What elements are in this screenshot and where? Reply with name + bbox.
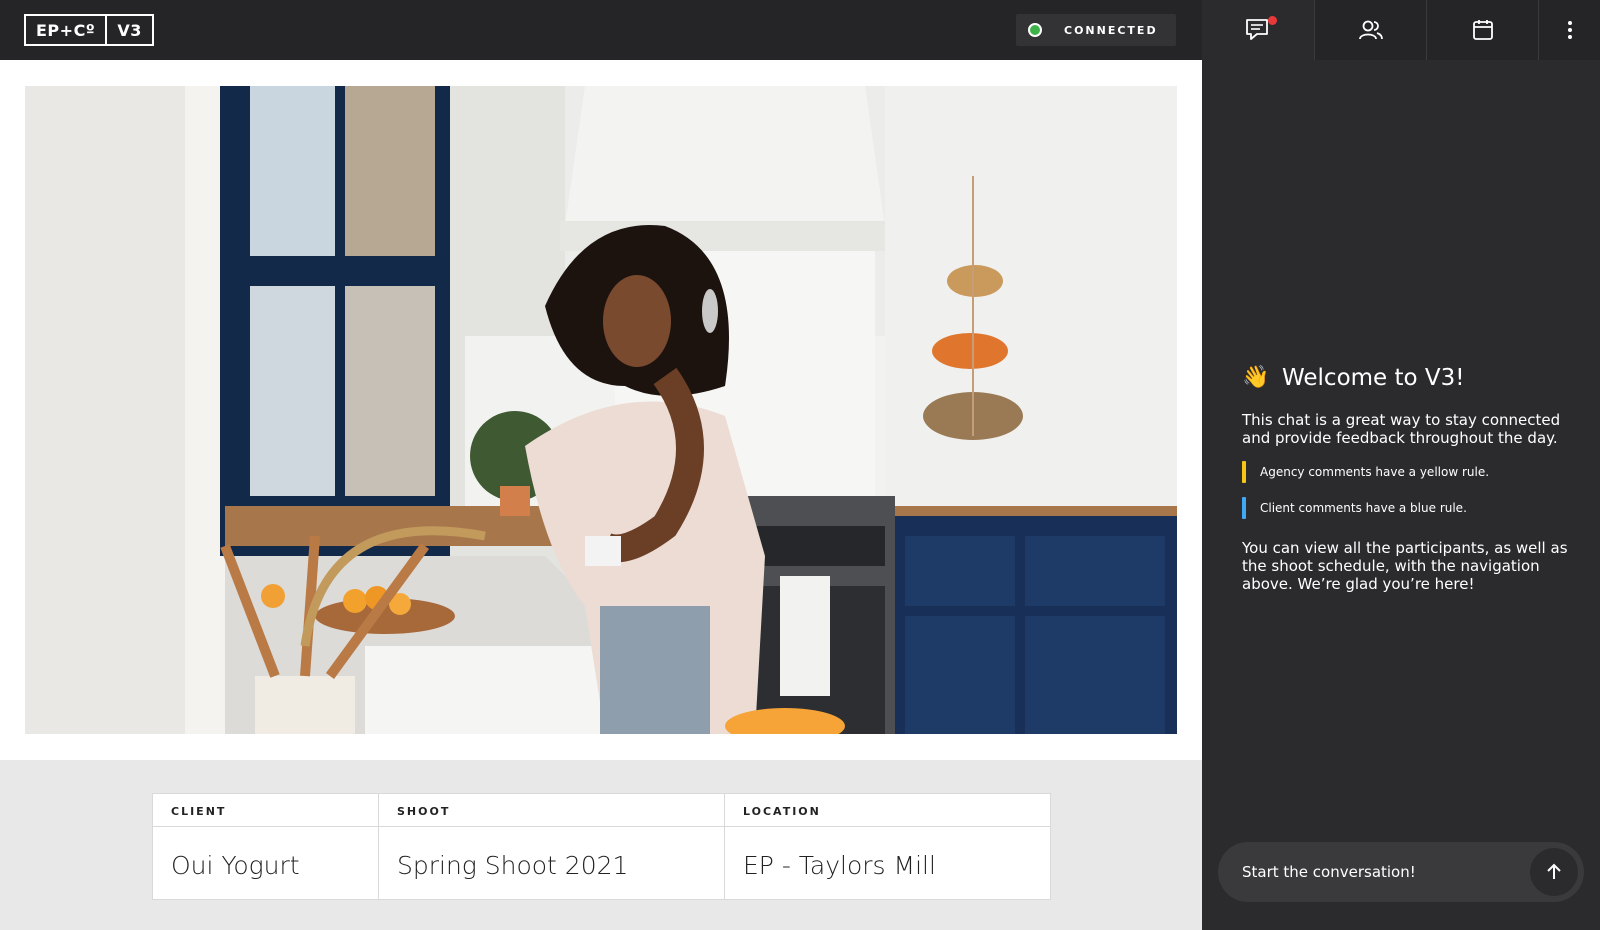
logo-ep-co: EP+Cº — [26, 16, 108, 44]
logo-v3: V3 — [117, 20, 142, 40]
blue-rule-icon — [1242, 497, 1246, 519]
unread-badge — [1268, 16, 1277, 25]
status-label: CONNECTED — [1064, 23, 1158, 37]
sidebar-tabs — [1202, 0, 1600, 60]
info-col-client: CLIENT Oui Yogurt — [153, 794, 379, 899]
status-dot-icon — [1028, 23, 1042, 37]
chat-sidebar: 👋 Welcome to V3! This chat is a great wa… — [1202, 0, 1600, 930]
connection-status: CONNECTED — [1016, 14, 1176, 46]
client-rule-note: Client comments have a blue rule. — [1242, 497, 1582, 519]
shoot-info-table: CLIENT Oui Yogurt SHOOT Spring Shoot 202… — [152, 793, 1051, 900]
logo[interactable]: EP+Cº V3 — [24, 14, 154, 46]
client-rule-text: Client comments have a blue rule. — [1260, 501, 1467, 515]
welcome-outro: You can view all the participants, as we… — [1242, 539, 1568, 593]
agency-rule-note: Agency comments have a yellow rule. — [1242, 461, 1582, 483]
info-col-shoot: SHOOT Spring Shoot 2021 — [379, 794, 725, 899]
tab-schedule[interactable] — [1426, 0, 1538, 60]
photo-illustration — [25, 86, 1177, 734]
info-label-location: LOCATION — [725, 794, 1050, 827]
wave-icon: 👋 — [1242, 365, 1270, 390]
calendar-icon — [1472, 20, 1493, 40]
top-bar: EP+Cº V3 CONNECTED — [0, 0, 1202, 60]
main-area: EP+Cº V3 CONNECTED CLIENT Oui Yogurt SHO… — [0, 0, 1202, 930]
agency-rule-text: Agency comments have a yellow rule. — [1260, 465, 1490, 479]
tab-participants[interactable] — [1314, 0, 1426, 60]
info-label-client: CLIENT — [153, 794, 378, 827]
arrow-up-icon — [1547, 863, 1561, 879]
kitchen-photo — [25, 86, 1177, 734]
chat-composer — [1218, 842, 1584, 902]
info-label-shoot: SHOOT — [379, 794, 724, 827]
welcome-intro: This chat is a great way to stay connect… — [1242, 411, 1561, 447]
tab-chat[interactable] — [1202, 0, 1314, 60]
more-icon — [1567, 21, 1572, 39]
send-button[interactable] — [1530, 848, 1578, 896]
tab-more[interactable] — [1538, 0, 1600, 60]
info-value-shoot: Spring Shoot 2021 — [397, 851, 629, 880]
chat-icon — [1246, 19, 1268, 40]
message-input[interactable] — [1242, 842, 1502, 902]
yellow-rule-icon — [1242, 461, 1246, 483]
app-root: EP+Cº V3 CONNECTED CLIENT Oui Yogurt SHO… — [0, 0, 1600, 930]
info-value-client: Oui Yogurt — [171, 851, 300, 880]
welcome-title: Welcome to V3! — [1282, 365, 1465, 391]
info-value-location: EP - Taylors Mill — [743, 851, 936, 880]
participants-icon — [1358, 20, 1383, 40]
welcome-panel: 👋 Welcome to V3! This chat is a great wa… — [1242, 365, 1582, 593]
stage-area — [0, 60, 1202, 760]
info-col-location: LOCATION EP - Taylors Mill — [725, 794, 1050, 899]
